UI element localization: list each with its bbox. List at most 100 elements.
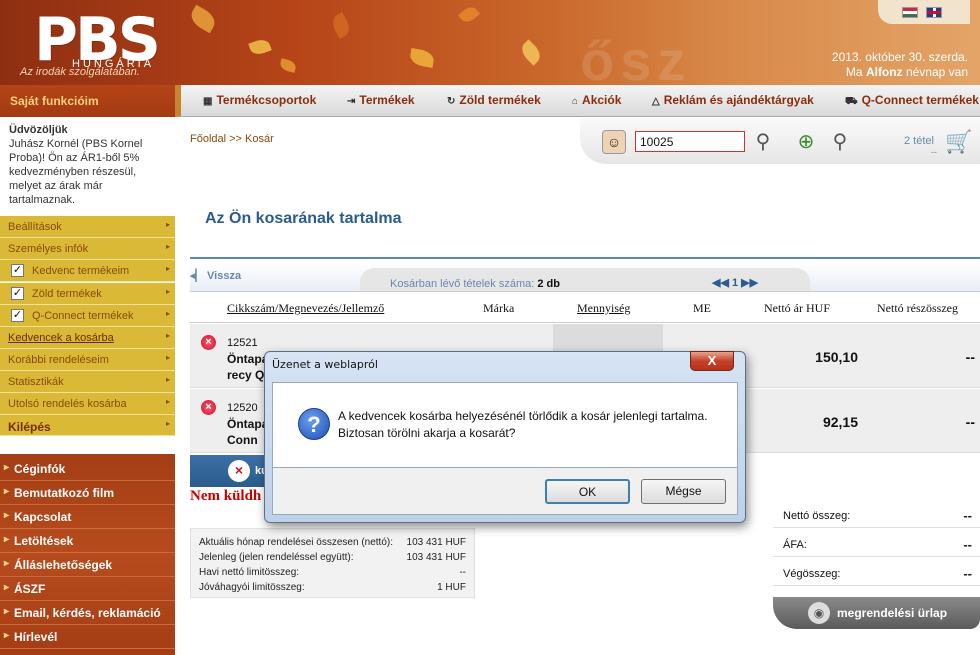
- back-label: Vissza: [207, 270, 242, 282]
- link-letoltesek[interactable]: Letöltések: [0, 529, 175, 553]
- nav-label: Reklám és ajándéktárgyak: [663, 93, 814, 107]
- nav-reklam[interactable]: △ Reklám és ajándéktárgyak: [652, 93, 814, 107]
- total-net-row: Nettó összeg: --: [773, 500, 980, 528]
- sidebar-item-qconnect[interactable]: ✓ Q-Connect termékek ▸: [0, 305, 175, 327]
- sidebar-item-zold[interactable]: ✓ Zöld termékek ▸: [0, 283, 175, 305]
- limit-row: Jóváhagyói limitösszeg: 1 HUF: [199, 580, 466, 595]
- col-marka: Márka: [483, 301, 515, 315]
- link-bemutatkozo-film[interactable]: Bemutatkozó film: [0, 481, 175, 505]
- sidebar-item-label: Zöld termékek: [32, 288, 102, 300]
- total-vat-row: ÁFA: --: [773, 529, 980, 557]
- sidebar-item-statisztikak[interactable]: Statisztikák ▸: [0, 371, 175, 393]
- checkbox-checked[interactable]: ✓: [11, 309, 24, 322]
- sidebar-item-kedvencek-kosarba[interactable]: Kedvencek a kosárba ▸: [0, 327, 175, 349]
- not-sendable-warning: Nem küldh: [190, 488, 262, 504]
- item-count-value: 2 db: [537, 278, 560, 290]
- limit-row: Havi nettó limitösszeg: --: [199, 565, 466, 580]
- limit-label: Aktuális hónap rendelései összesen (nett…: [199, 537, 394, 548]
- limit-value: 103 431 HUF: [406, 552, 466, 563]
- order-form-button[interactable]: megrendelési ürlap: [773, 597, 980, 629]
- chevron-right-icon: ▸: [165, 287, 170, 296]
- sidebar-item-label: Statisztikák: [8, 376, 64, 388]
- total-value: --: [963, 537, 972, 552]
- camera-icon: ◉: [808, 602, 830, 624]
- nav-termekcsoportok[interactable]: ▦ Termékcsoportok: [203, 93, 316, 107]
- totals-panel: Nettó összeg: -- ÁFA: -- Végösszeg: --: [773, 500, 980, 600]
- first-page-icon[interactable]: ◀◀: [712, 277, 729, 289]
- sidebar-item-kilepes[interactable]: Kilépés ▸: [0, 415, 175, 436]
- total-label: Végösszeg:: [783, 568, 841, 580]
- link-ceginfok[interactable]: Céginfók: [0, 457, 175, 481]
- chevron-right-icon: ▸: [165, 419, 170, 428]
- cart-icon[interactable]: 🛒: [945, 129, 972, 155]
- breadcrumb[interactable]: Főoldal >> Kosár: [190, 133, 274, 145]
- top-navigation: ▦ Termékcsoportok ⇥ Termékek ↻ Zöld terméke…: [175, 85, 980, 117]
- nav-termekek[interactable]: ⇥ Termékek: [347, 93, 415, 107]
- user-avatar-icon[interactable]: ☺: [602, 130, 626, 154]
- item-total: --: [965, 349, 975, 365]
- page-number[interactable]: 1: [732, 277, 738, 289]
- link-aszf[interactable]: ÁSZF: [0, 577, 175, 601]
- limit-value: 1 HUF: [437, 582, 466, 593]
- limit-label: Havi nettó limitösszeg:: [199, 567, 300, 578]
- link-hirlevel[interactable]: Hírlevél: [0, 625, 175, 649]
- advanced-search-icon[interactable]: ⚲: [826, 128, 854, 156]
- checkbox-checked[interactable]: ✓: [11, 287, 24, 300]
- col-me: ME: [693, 301, 711, 315]
- cart-item-count[interactable]: 2 tétel: [904, 135, 934, 147]
- tag-icon: ⌂: [572, 96, 579, 107]
- welcome-title: Üdvözöljük: [9, 124, 68, 136]
- chevron-right-icon: ▸: [165, 264, 170, 273]
- sidebar-item-label: Beállítások: [8, 221, 62, 233]
- col-cikkszam[interactable]: Cikkszám/Megnevezés/Jellemző: [227, 301, 384, 316]
- dialog-message-line2: Biztosan törölni akarja a kosarát?: [338, 426, 516, 440]
- ok-button[interactable]: OK: [545, 479, 630, 504]
- link-kapcsolat[interactable]: Kapcsolat: [0, 505, 175, 529]
- nav-label: Termékcsoportok: [216, 93, 317, 107]
- col-netto-reszosszeg: Nettó részösszeg: [877, 301, 958, 315]
- nameday-prefix: Ma: [845, 65, 863, 79]
- delete-icon[interactable]: ×: [201, 400, 216, 415]
- search-input[interactable]: [635, 131, 745, 152]
- zoom-in-icon[interactable]: ⊕: [792, 128, 820, 156]
- nav-akciok[interactable]: ⌂ Akciók: [572, 93, 621, 107]
- limit-label: Jelenleg (jelen rendeléssel együtt):: [199, 552, 354, 563]
- sidebar-item-szemelyes[interactable]: Személyes infók ▸: [0, 238, 175, 260]
- current-date: 2013. október 30. szerda.: [831, 50, 968, 64]
- sidebar-item-label: Kilépés: [8, 420, 51, 434]
- chevron-right-icon: ▸: [165, 242, 170, 251]
- nav-zold-termekek[interactable]: ↻ Zöld termékek: [447, 93, 541, 107]
- dialog-close-button[interactable]: X: [690, 351, 734, 371]
- limit-label: Jóváhagyói limitösszeg:: [199, 582, 305, 593]
- sidebar-separator: [0, 436, 175, 454]
- link-allaslehetosegek[interactable]: Álláslehetőségek: [0, 553, 175, 577]
- title-divider: [190, 257, 980, 259]
- total-label: Nettó összeg:: [783, 510, 851, 522]
- cancel-button[interactable]: Mégse: [641, 479, 726, 504]
- limit-value: 103 431 HUF: [406, 537, 466, 548]
- sidebar-item-utolso[interactable]: Utolsó rendelés kosárba ▸: [0, 393, 175, 415]
- nameday-text: Ma Alfonz névnap van: [846, 65, 968, 79]
- grid-icon: ▦: [203, 96, 213, 107]
- back-link[interactable]: ◂▏ Vissza: [190, 269, 241, 282]
- hungarian-flag-icon[interactable]: [902, 7, 918, 18]
- link-email-kerdes[interactable]: Email, kérdés, reklamáció: [0, 601, 175, 625]
- sidebar-item-label: Kedvencek a kosárba: [8, 332, 114, 344]
- col-mennyiseg[interactable]: Mennyiség: [577, 301, 630, 316]
- delete-icon[interactable]: ×: [201, 335, 216, 350]
- sidebar-item-beallitasok[interactable]: Beállítások ▸: [0, 216, 175, 238]
- item-price: 92,15: [822, 414, 858, 430]
- nav-q-connect[interactable]: ⛟ Q-Connect termékek: [845, 93, 979, 109]
- last-page-icon[interactable]: ▶▶: [741, 277, 758, 289]
- checkbox-checked[interactable]: ✓: [11, 264, 24, 277]
- back-arrow-icon: ◂▏: [190, 270, 208, 282]
- nav-label: Zöld termékek: [459, 93, 541, 107]
- chevron-right-icon: ▸: [165, 220, 170, 229]
- english-flag-icon[interactable]: [926, 7, 942, 18]
- clear-cart-icon[interactable]: ×: [228, 460, 250, 482]
- sidebar-item-korabbi[interactable]: Korábbi rendeléseim ▸: [0, 349, 175, 371]
- search-icon[interactable]: ⚲: [749, 128, 777, 156]
- sidebar-item-kedvenc[interactable]: ✓ Kedvenc termékeim ▸: [0, 260, 175, 282]
- dialog-title: Üzenet a weblapról: [272, 358, 378, 371]
- sidebar-item-label: Utolsó rendelés kosárba: [8, 398, 127, 410]
